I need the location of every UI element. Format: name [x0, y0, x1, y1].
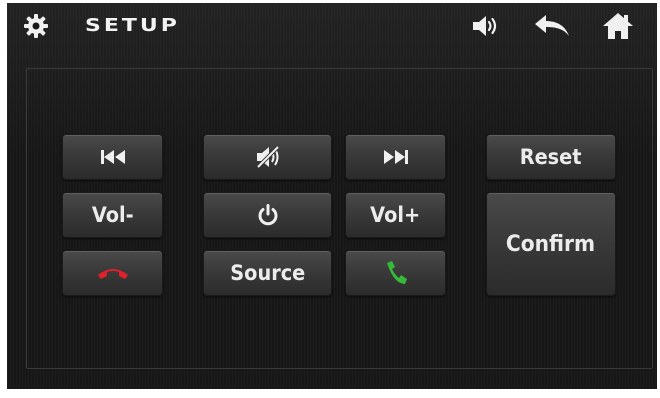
reset-button[interactable]: Reset	[486, 134, 616, 180]
home-icon[interactable]	[601, 11, 635, 41]
speaker-volume-icon[interactable]	[470, 13, 500, 39]
setup-screen: SETUP Reset Vol- Vol+ Confirm Source	[7, 3, 657, 389]
hang-up-icon	[97, 269, 128, 279]
answer-call-button[interactable]	[345, 250, 446, 296]
skip-previous-icon	[100, 150, 125, 164]
mute-icon	[256, 145, 279, 169]
source-button[interactable]: Source	[203, 250, 332, 296]
volume-up-label: Vol+	[370, 203, 421, 227]
volume-down-button[interactable]: Vol-	[62, 192, 163, 238]
power-button[interactable]	[203, 192, 332, 238]
volume-up-button[interactable]: Vol+	[345, 192, 446, 238]
back-arrow-icon[interactable]	[532, 13, 572, 39]
next-track-button[interactable]	[345, 134, 446, 180]
confirm-button[interactable]: Confirm	[486, 192, 616, 296]
hang-up-button[interactable]	[62, 250, 163, 296]
call-answer-icon	[386, 261, 407, 284]
source-button-label: Source	[229, 261, 306, 285]
confirm-button-label: Confirm	[506, 231, 596, 257]
mute-button[interactable]	[203, 134, 332, 180]
reset-button-label: Reset	[520, 145, 582, 169]
top-bar: SETUP	[7, 3, 657, 55]
page-title: SETUP	[85, 15, 180, 36]
gear-icon[interactable]	[23, 13, 49, 39]
previous-track-button[interactable]	[62, 134, 163, 180]
skip-next-icon	[383, 150, 408, 164]
power-icon	[258, 204, 277, 226]
volume-down-label: Vol-	[91, 203, 134, 227]
